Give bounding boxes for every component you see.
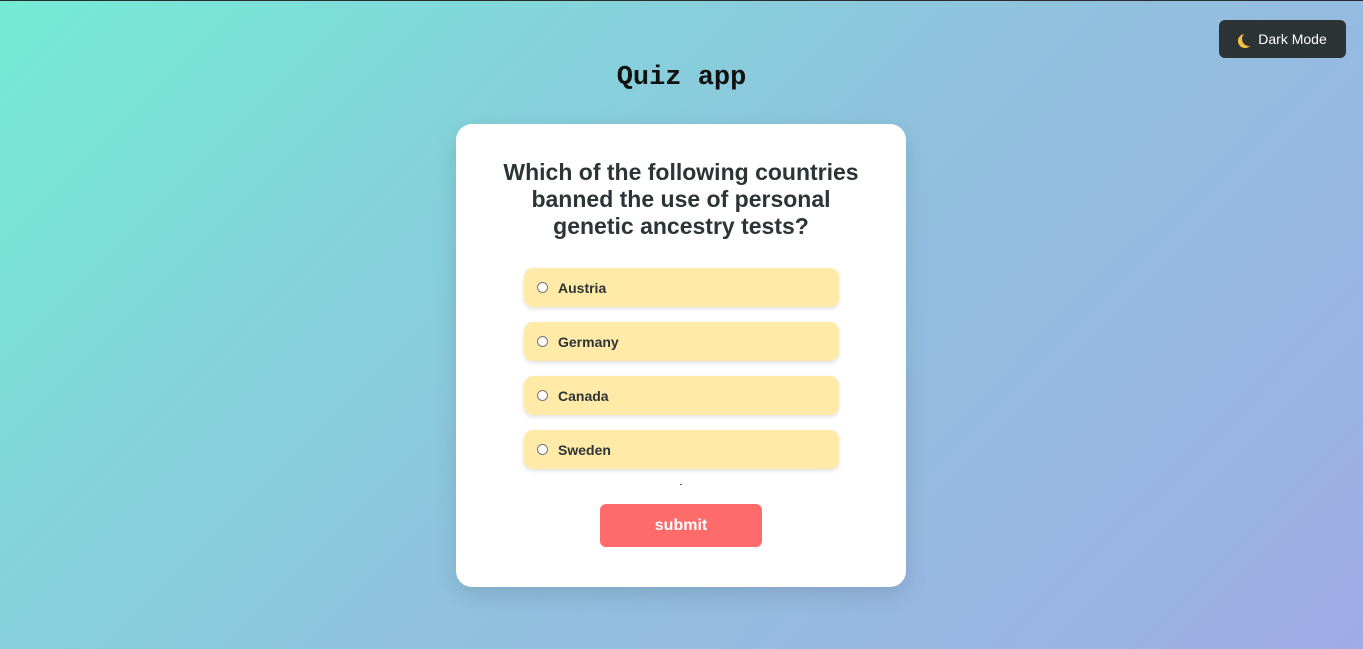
answer-radio[interactable] [537,444,548,455]
app-title: Quiz app [616,63,747,93]
separator-dot [680,484,682,485]
answer-label: Sweden [558,441,611,458]
quiz-card: Which of the following countries banned … [456,124,906,587]
answer-option-canada[interactable]: Canada [524,376,839,415]
submit-button[interactable]: submit [600,504,762,547]
dark-mode-label: Dark Mode [1258,31,1327,47]
answer-radio[interactable] [537,390,548,401]
answer-label: Austria [558,279,607,296]
answer-radio[interactable] [537,282,548,293]
answer-option-germany[interactable]: Germany [524,322,839,361]
answer-radio[interactable] [537,336,548,347]
answer-list: Austria Germany Canada Sweden [524,268,839,484]
dark-mode-button[interactable]: Dark Mode [1219,20,1346,58]
answer-option-austria[interactable]: Austria [524,268,839,307]
question-text: Which of the following countries banned … [503,159,859,239]
answer-label: Germany [558,333,619,350]
answer-option-sweden[interactable]: Sweden [524,430,839,469]
moon-icon [1242,32,1256,46]
answer-label: Canada [558,387,609,404]
